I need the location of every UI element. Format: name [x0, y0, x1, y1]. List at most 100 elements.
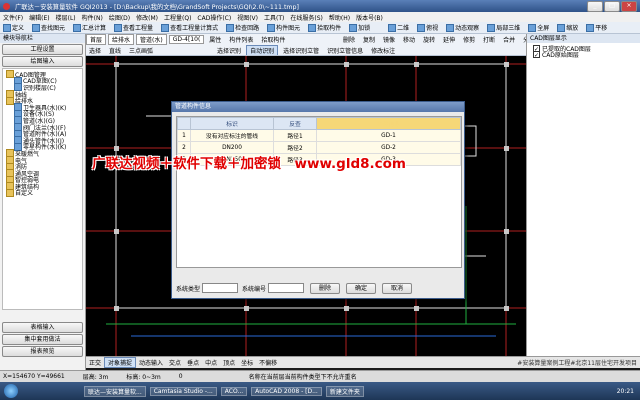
checkbox-icon[interactable]: ✓	[533, 51, 540, 59]
merge-tool[interactable]: 合并	[500, 35, 518, 44]
calc-summary-button[interactable]: 汇总计算	[70, 23, 109, 33]
ok-button[interactable]: 确定	[346, 282, 377, 294]
taskbar-item[interactable]: Camtasia Studio -...	[149, 386, 217, 396]
minimize-button[interactable]: _	[587, 0, 603, 12]
dynamic-input-toggle[interactable]: 动态输入	[136, 358, 166, 367]
view-quantity-button[interactable]: 查看工程量	[111, 23, 156, 33]
menu-draw[interactable]: 绘图(D)	[106, 13, 133, 22]
taskbar-item[interactable]: ACO...	[220, 386, 248, 396]
taskbar-item[interactable]: AutoCAD 2008 - [D...	[251, 386, 322, 396]
table-row[interactable]: 1 没有对应标注的管线 路径1 GD-1	[177, 129, 461, 142]
menu-online[interactable]: 在线服务(S)	[287, 13, 326, 22]
rotate-tool[interactable]: 旋转	[420, 35, 438, 44]
taskbar-item[interactable]: 新建文件夹	[325, 385, 364, 397]
dialog-titlebar: 管道构件信息	[172, 102, 464, 112]
mirror-tool[interactable]: 镜像	[380, 35, 398, 44]
pick-component-button-2[interactable]: 拾取构件	[258, 35, 288, 44]
floor-select[interactable]: 首层	[86, 34, 107, 45]
define-button[interactable]: 定义	[0, 23, 27, 33]
table-input-button[interactable]: 表格输入	[2, 322, 83, 333]
maximize-button[interactable]: □	[604, 0, 620, 12]
menu-floor[interactable]: 楼层(L)	[53, 13, 79, 22]
properties-button[interactable]: 属性	[206, 35, 224, 44]
menu-bar: 文件(F) 编辑(E) 楼层(L) 构件(N) 绘图(D) 修改(M) 工程量(…	[0, 12, 640, 22]
selection-count: 0	[178, 373, 183, 380]
discipline-select[interactable]: 给排水	[108, 34, 135, 45]
taskbar: 联达—安装算量软... Camtasia Studio -... ACO... …	[0, 382, 640, 400]
zoom-button[interactable]: 缩放	[554, 23, 581, 33]
menu-tools[interactable]: 工具(T)	[261, 13, 287, 22]
recognize-riser-button[interactable]: 选择识别立管	[280, 46, 322, 55]
menu-cad[interactable]: CAD操作(C)	[194, 13, 234, 22]
menu-edit[interactable]: 编辑(E)	[26, 13, 52, 22]
module-nav-panel: 模块导航栏 工程设置 绘图输入 CAD图管理 CAD草图(C) 识别楼层(C) …	[0, 34, 86, 370]
component-list-button[interactable]: 构件列表	[226, 35, 256, 44]
vertex-snap[interactable]: 顶点	[220, 358, 238, 367]
taskbar-item[interactable]: 联达—安装算量软...	[84, 385, 146, 397]
watermark-text: 广联达视频＋软件下载＋加密锁 www.gld8.com	[92, 156, 406, 172]
arc-tool[interactable]: 三点画弧	[126, 46, 156, 55]
menu-file[interactable]: 文件(F)	[0, 13, 26, 22]
taskbar-clock: 20:21	[616, 387, 634, 395]
component-element-button[interactable]: 构件图元	[264, 23, 303, 33]
lock-button[interactable]: 加锁	[346, 23, 373, 33]
menu-modify[interactable]: 修改(M)	[133, 13, 161, 22]
no-offset-option[interactable]: 不偏移	[256, 358, 280, 367]
batch-method-button[interactable]: 集中套用做法	[2, 334, 83, 345]
ortho-toggle[interactable]: 正交	[86, 358, 104, 367]
dialog-footer: 系统类型 系统编号 删除 确定 取消	[176, 282, 460, 294]
system-type-input[interactable]	[202, 283, 239, 293]
menu-component[interactable]: 构件(N)	[79, 13, 106, 22]
2d-button[interactable]: 二维	[385, 23, 412, 33]
select-recognize-button[interactable]: 选择识别	[214, 46, 244, 55]
find-element-button[interactable]: 查找图元	[29, 23, 68, 33]
copy-tool[interactable]: 复制	[360, 35, 378, 44]
table-header-row: 标识 反查 构件信息	[177, 117, 461, 130]
midpoint-snap[interactable]: 中点	[202, 358, 220, 367]
close-button[interactable]: ×	[621, 0, 637, 12]
move-tool[interactable]: 移动	[400, 35, 418, 44]
edit-label-button[interactable]: 修改标注	[368, 46, 398, 55]
start-button[interactable]	[4, 384, 18, 398]
tree-custom[interactable]: 自定义	[6, 188, 80, 197]
report-preview-button[interactable]: 报表预览	[2, 346, 83, 357]
auto-recognize-button[interactable]: 自动识别	[246, 45, 279, 55]
module-nav-header: 模块导航栏	[0, 34, 85, 43]
menu-version[interactable]: 版本号(B)	[353, 13, 386, 22]
menu-view[interactable]: 视图(V)	[234, 13, 261, 22]
break-tool[interactable]: 打断	[480, 35, 498, 44]
system-no-input[interactable]	[268, 283, 305, 293]
folder-icon	[6, 96, 14, 105]
select-tool[interactable]: 选择	[86, 46, 104, 55]
object-snap-toggle[interactable]: 对象捕捉	[104, 357, 137, 368]
fullscreen-button[interactable]: 全屏	[525, 23, 552, 33]
intersection-snap[interactable]: 交点	[166, 358, 184, 367]
orbit-button[interactable]: 动态观察	[443, 23, 482, 33]
top-view-button[interactable]: 俯视	[414, 23, 441, 33]
col-label: 标识	[190, 117, 274, 130]
local-3d-button[interactable]: 局部三维	[484, 23, 523, 33]
status-bar: X=154670 Y=49661 层高: 3m 标高: 0~3m 0 名称在当前…	[0, 370, 640, 382]
check-loop-button[interactable]: 检查回路	[223, 23, 262, 33]
coordinate-snap[interactable]: 坐标	[238, 358, 256, 367]
trim-tool[interactable]: 修剪	[460, 35, 478, 44]
extend-tool[interactable]: 延伸	[440, 35, 458, 44]
project-note: #安装算量案例工程#北京11层住宅开发项目	[517, 360, 637, 367]
pipe-info-dialog: 管道构件信息 标识 反查 构件信息 1 没有对应标注的管线 路径1 GD-1 2…	[171, 101, 465, 299]
component-select[interactable]: GD-4[10(	[168, 35, 205, 44]
cancel-button[interactable]: 取消	[382, 282, 413, 294]
delete-button[interactable]: 删除	[310, 282, 341, 294]
tab-drawing-input[interactable]: 绘图输入	[2, 56, 83, 67]
menu-quantity[interactable]: 工程量(Q)	[161, 13, 194, 22]
perpendicular-snap[interactable]: 垂点	[184, 358, 202, 367]
pan-button[interactable]: 平移	[583, 23, 610, 33]
delete-tool[interactable]: 删除	[340, 35, 358, 44]
cursor-coords: X=154670 Y=49661	[3, 373, 65, 380]
type-select[interactable]: 管道(水)	[136, 34, 167, 45]
riser-info-button[interactable]: 识别立管信息	[324, 46, 366, 55]
pick-component-button[interactable]: 拾取构件	[305, 23, 344, 33]
line-tool[interactable]: 直线	[106, 46, 124, 55]
view-formula-button[interactable]: 查看工程量计算式	[158, 23, 221, 33]
menu-help[interactable]: 帮助(H)	[326, 13, 353, 22]
tab-project-settings[interactable]: 工程设置	[2, 44, 83, 55]
